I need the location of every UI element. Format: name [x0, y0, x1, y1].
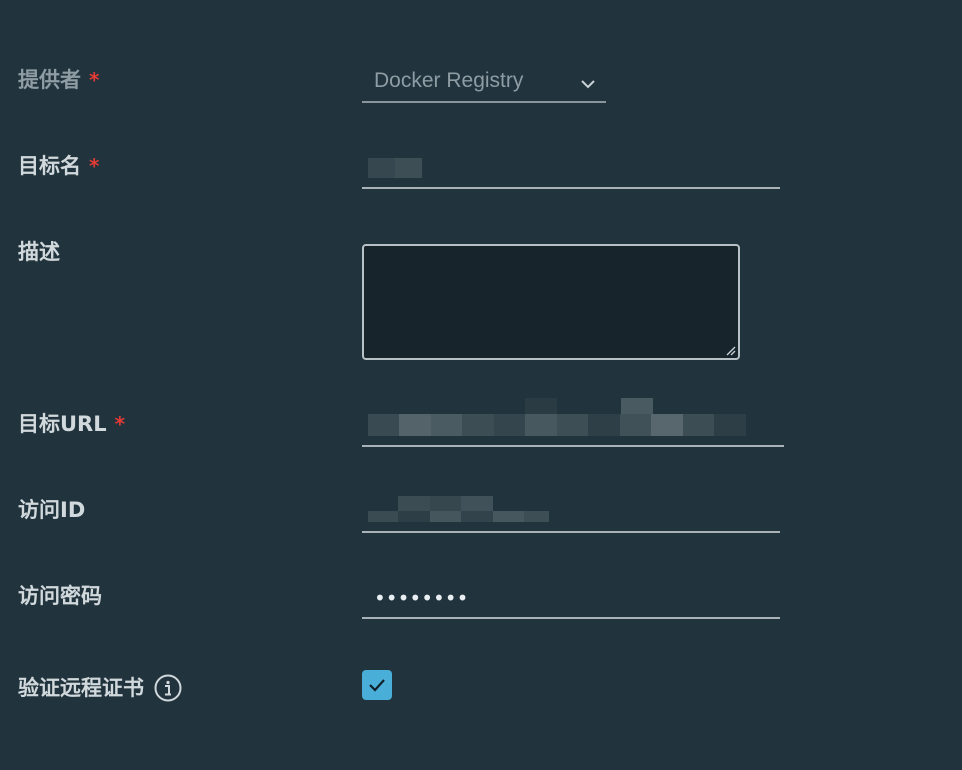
required-mark: * [114, 412, 126, 436]
description-textarea[interactable] [362, 244, 740, 360]
verify-cert-checkbox[interactable] [362, 670, 392, 700]
target-url-input[interactable] [362, 398, 784, 447]
resize-handle-icon[interactable] [724, 344, 736, 356]
redacted-value [368, 398, 746, 436]
chevron-down-icon [580, 75, 596, 88]
verify-cert-label: 验证远程证书 [18, 674, 182, 702]
target-name-input[interactable] [362, 146, 780, 189]
description-label: 描述 [18, 240, 60, 264]
access-id-input[interactable] [362, 490, 780, 533]
redacted-value [368, 496, 549, 522]
target-url-label: 目标URL * [18, 412, 126, 436]
password-dots: •••••••• [374, 586, 469, 610]
provider-label: 提供者 * [18, 68, 100, 92]
required-mark: * [89, 68, 100, 92]
info-icon[interactable] [154, 674, 182, 702]
checkmark-icon [369, 679, 385, 692]
provider-select[interactable]: Docker Registry [362, 60, 606, 103]
replication-endpoint-form: 提供者 * Docker Registry 目标名 * 描述 目标URL * 访… [0, 0, 962, 770]
target-name-label: 目标名 * [18, 154, 100, 178]
access-secret-label: 访问密码 [18, 584, 102, 608]
access-secret-input[interactable]: •••••••• [362, 576, 780, 619]
required-mark: * [89, 154, 100, 178]
provider-selected-value: Docker Registry [374, 68, 524, 92]
redacted-value [368, 158, 422, 178]
access-id-label: 访问ID [18, 498, 86, 522]
